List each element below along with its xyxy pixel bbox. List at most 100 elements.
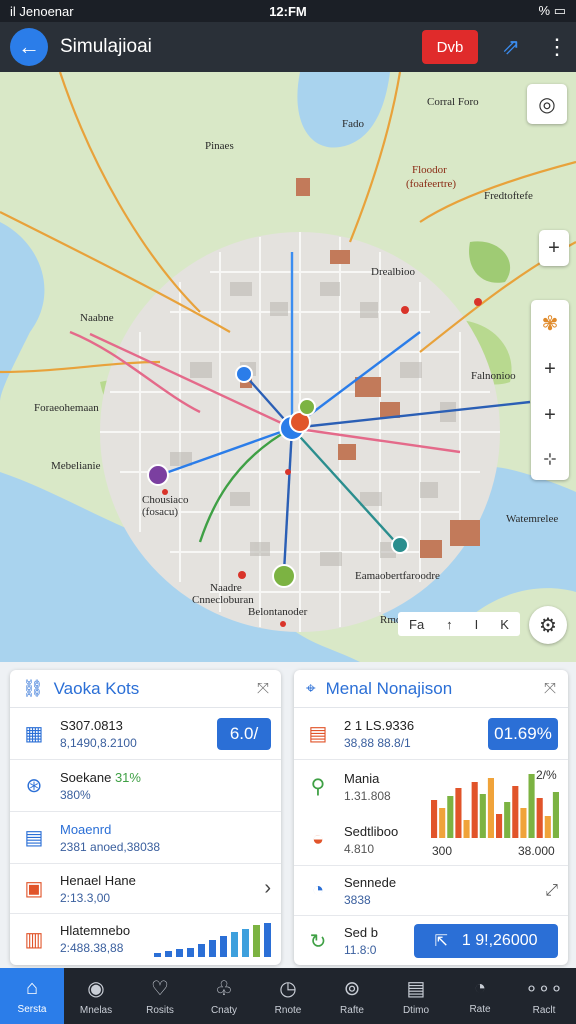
mini-bar (187, 947, 194, 957)
export-button[interactable]: ⇱ 1 9!,26000 (414, 924, 558, 958)
left-panel: ⛓ Vaoka Kots ⤧ ▦ S307.0813 8,1490,8.2100 … (10, 670, 281, 965)
map-view[interactable]: Pinaes Fado Corral Foro Floodor (foafeer… (0, 72, 576, 662)
map-label-chousiaco-sub: (fosacu) (142, 506, 179, 518)
train-icon: ▥ (24, 928, 44, 951)
scale-tick: K (500, 616, 509, 632)
map-layer-controls: ✾ + + ⊹ (531, 300, 569, 480)
row-sub: 2381 anoed,38038 (60, 839, 161, 854)
chevron-right-icon[interactable]: › (264, 877, 271, 900)
nav-item-mnelas[interactable]: ◉ Mnelas (64, 968, 128, 1024)
expand-icon[interactable]: ⤢ (545, 882, 558, 900)
percent-badge[interactable]: 01.69% (488, 717, 558, 750)
runner-icon: ⊛ (25, 775, 43, 797)
left-panel-header: ⛓ Vaoka Kots ⤧ (10, 670, 281, 708)
map-label-eamaobertfaroodre: Eamaobertfaroodre (355, 570, 440, 582)
mini-bar (209, 940, 216, 957)
row-sub: 8,1490,8.2100 (60, 735, 137, 750)
map-label-floodor-sub: (foafeertre) (406, 178, 457, 190)
list-item[interactable]: ⊛ Soekane 31% 380% (10, 760, 281, 812)
nav-item-raclt[interactable]: ∘∘∘ Raclt (512, 968, 576, 1024)
export-icon: ⇱ (434, 933, 448, 950)
collapse-icon[interactable]: ⤧ (544, 680, 556, 697)
locate-button[interactable]: ◎ (527, 84, 567, 124)
list-item[interactable]: ▥ Hlatemnebo 2:488.38,88 (10, 914, 281, 964)
nav-label: Dtimo (402, 1005, 430, 1016)
bus-icon: ▣ (24, 878, 44, 900)
plus-icon: + (548, 236, 560, 259)
leaf-icon[interactable]: ✾ (542, 311, 559, 336)
bottom-nav: ⌂ Sersta ◉ Mnelas ♡ Rosits ♧ Cnaty ◷ Rnote ⊚ Rafte ▤… (0, 968, 576, 1024)
row-sub: 3838 (344, 892, 371, 907)
map-label-fado: Fado (342, 118, 364, 130)
zoom-plus-2-icon[interactable]: + (544, 404, 556, 427)
more-vertical-icon: ⋮ (546, 34, 568, 59)
share-button[interactable]: ⇗ (496, 32, 526, 62)
nav-item-rate[interactable]: ◔ Rate (448, 968, 512, 1024)
pin2-icon: ⊚ (343, 978, 361, 1000)
location-pin-icon: ⌖ (306, 678, 316, 698)
bar-chart (431, 774, 559, 838)
map-label-floodor: Floodor (412, 164, 447, 176)
more-options-button[interactable]: ⋮ (546, 34, 568, 60)
list-item[interactable]: ◔ Sennede 3838 ⤢ (294, 866, 568, 916)
map-label-naabne: Naabne (80, 312, 114, 324)
map-scale-bar: Fa ↑ I K (398, 612, 520, 636)
pin-icon: ♡ (151, 978, 169, 1000)
nav-label: Raclt (532, 1005, 556, 1016)
chart-bar (455, 788, 462, 838)
list-item[interactable]: ↻ Sed b 11.8:0 ⇱ 1 9!,26000 (294, 916, 568, 965)
chart-bar (487, 778, 494, 838)
status-carrier: il Jenoenar (10, 3, 74, 19)
row-percent: 31% (114, 769, 141, 785)
chart-bar (479, 794, 486, 838)
chart-bar (471, 782, 478, 838)
chart-axis-right: 38.000 (518, 844, 555, 858)
collapse-icon[interactable]: ⤧ (257, 680, 269, 697)
row-value: S307.0813 (60, 717, 123, 733)
row-value: 2 1 LS.9336 (344, 717, 415, 733)
nav-item-dtimo[interactable]: ▤ Dtimo (384, 968, 448, 1024)
chart-bar (528, 774, 535, 838)
mini-bar (264, 923, 271, 957)
locate-icon: ◎ (538, 93, 556, 116)
row-value: Moaenrd (60, 821, 112, 837)
zoom-in-button[interactable]: + (539, 230, 569, 266)
chart-bar (447, 796, 454, 838)
row-value: Henael Hane (60, 872, 136, 888)
mini-bar (231, 932, 238, 957)
map-label-drealbioo: Drealbioo (371, 266, 415, 278)
left-panel-title: Vaoka Kots (53, 678, 140, 698)
chart-bar (536, 798, 543, 838)
gear-icon: ⚙ (539, 614, 557, 637)
right-panel-header: ⌖ Menal Nonajison ⤧ (294, 670, 568, 708)
row-sub: 38,88 88.8/1 (344, 735, 411, 750)
record-button[interactable]: Dvb (422, 30, 478, 64)
tree-icon: ♧ (215, 978, 233, 1000)
list-item[interactable]: ▤ 2 1 LS.9336 38,88 88.8/1 01.69% (294, 708, 568, 760)
map-label-watemrelee: Watemrelee (506, 513, 559, 525)
rate-badge[interactable]: 6.0/ (217, 717, 271, 750)
map-label-pinaes: Pinaes (205, 140, 234, 152)
nav-label: Cnaty (210, 1005, 238, 1016)
calendar-icon: ▤ (406, 978, 426, 1000)
nav-label: Rosits (146, 1005, 174, 1016)
settings-map-button[interactable]: ⚙ (529, 606, 567, 644)
chart-bar (544, 816, 551, 838)
pie-icon: ◔ (311, 879, 325, 901)
nav-item-rosits[interactable]: ♡ Rosits (128, 968, 192, 1024)
compass-icon[interactable]: ⊹ (543, 449, 556, 469)
map-label-chousiaco: Chousiaco (142, 494, 189, 506)
list-item[interactable]: ▣ Henael Hane 2:13.3,00 › (10, 864, 281, 914)
nav-label: Mnelas (79, 1005, 113, 1016)
list-item[interactable]: ▤ Moaenrd 2381 anoed,38038 (10, 812, 281, 864)
scale-tick: I (474, 616, 479, 632)
back-button[interactable]: ← (10, 28, 48, 66)
row-sub: 380% (60, 787, 91, 802)
zoom-plus-icon[interactable]: + (544, 358, 556, 381)
nav-item-rafte[interactable]: ⊚ Rafte (320, 968, 384, 1024)
list-item[interactable]: ▦ S307.0813 8,1490,8.2100 6.0/ (10, 708, 281, 760)
nav-item-rnote[interactable]: ◷ Rnote (256, 968, 320, 1024)
mini-bar-chart (154, 921, 271, 957)
nav-item-sersta[interactable]: ⌂ Sersta (0, 968, 64, 1024)
nav-item-cnaty[interactable]: ♧ Cnaty (192, 968, 256, 1024)
